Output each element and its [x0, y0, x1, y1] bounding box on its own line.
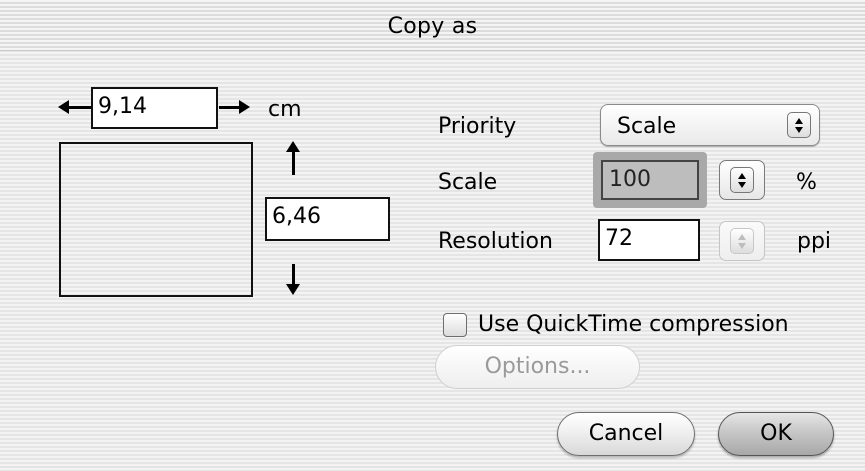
- title-bar[interactable]: Copy as: [0, 0, 865, 51]
- preview-box: [59, 142, 253, 297]
- stepper-icon: [730, 167, 754, 193]
- scale-unit: %: [796, 170, 817, 195]
- quicktime-compression-checkbox[interactable]: [443, 313, 467, 337]
- options-button[interactable]: Options...: [435, 345, 640, 389]
- quicktime-compression-label[interactable]: Use QuickTime compression: [478, 312, 789, 337]
- resolution-unit: ppi: [797, 229, 832, 254]
- scale-label: Scale: [438, 170, 498, 195]
- priority-select[interactable]: Scale: [600, 104, 820, 146]
- chevron-updown-icon: [787, 112, 811, 138]
- width-input[interactable]: 9,14: [91, 87, 218, 129]
- scale-input[interactable]: 100: [601, 160, 699, 200]
- scale-stepper[interactable]: [719, 160, 765, 200]
- resolution-stepper[interactable]: [719, 221, 765, 261]
- stepper-icon: [730, 228, 754, 254]
- dialog-title: Copy as: [387, 14, 478, 39]
- cancel-button[interactable]: Cancel: [557, 412, 695, 456]
- height-input[interactable]: 6,46: [265, 197, 390, 241]
- priority-label: Priority: [438, 114, 517, 139]
- unit-label: cm: [268, 97, 302, 122]
- ok-button[interactable]: OK: [718, 412, 834, 456]
- copy-as-dialog: Copy as 9,14 cm 6,46 Priority Scale Scal…: [0, 0, 865, 471]
- resolution-label: Resolution: [438, 229, 553, 254]
- priority-value: Scale: [617, 114, 677, 139]
- resolution-input[interactable]: 72: [598, 219, 700, 261]
